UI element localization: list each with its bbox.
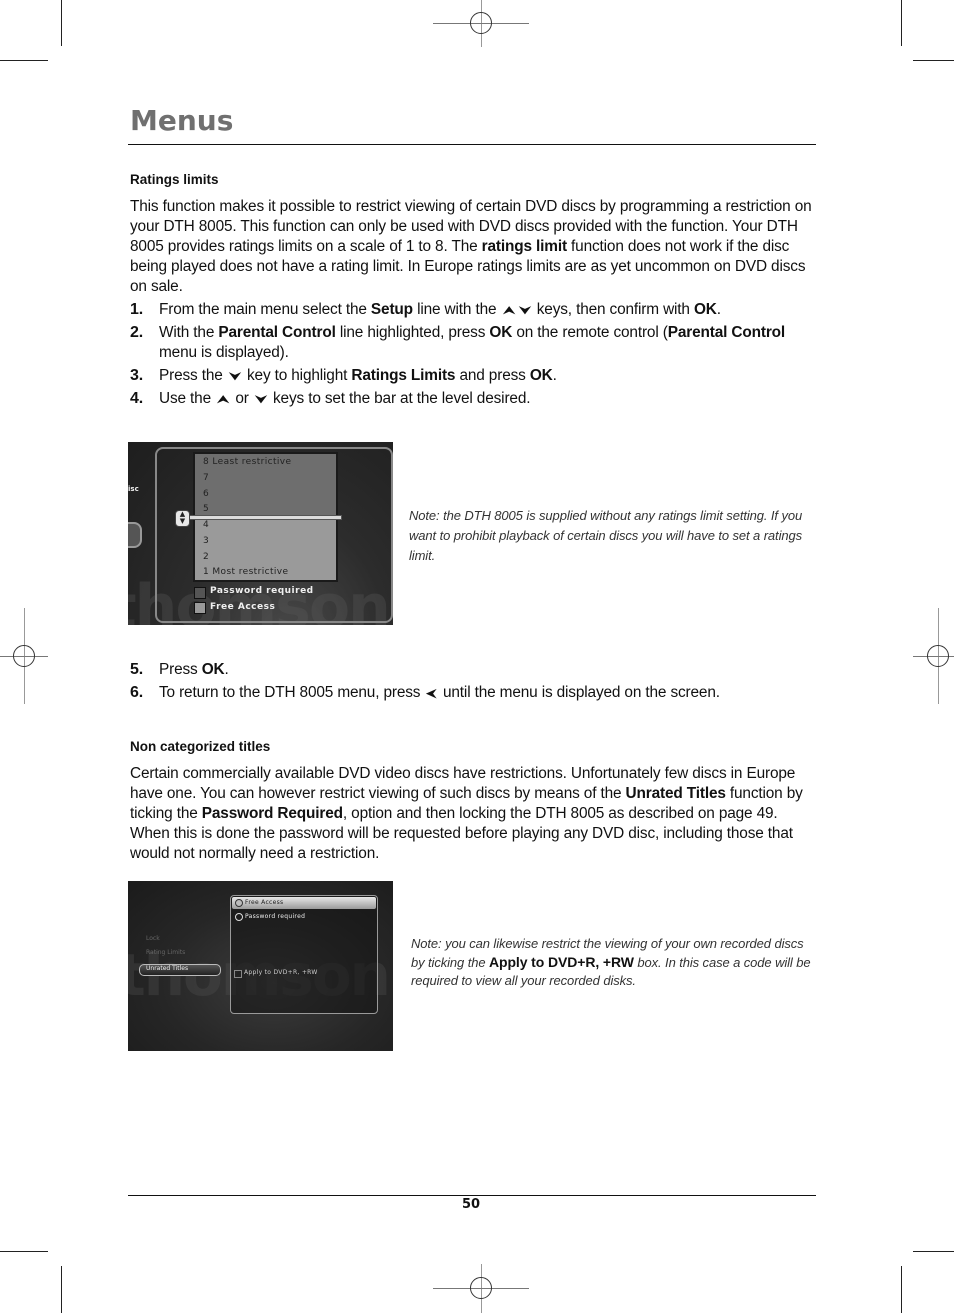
password-required-option[interactable]: Password required xyxy=(245,913,305,920)
crop-mark xyxy=(0,60,48,61)
free-access-option[interactable]: Free Access xyxy=(245,899,283,906)
step-text: From the main menu select the Setup line… xyxy=(159,301,721,318)
side-menu-label: isc xyxy=(128,485,139,493)
section-heading-non-categorized: Non categorized titles xyxy=(130,739,271,754)
step-item: 1. From the main menu select the Setup li… xyxy=(130,300,820,320)
step-number: 1. xyxy=(130,301,144,318)
step-text: With the Parental Control line highlight… xyxy=(159,324,786,361)
step-item: 5. Press OK. xyxy=(130,660,820,680)
unrated-intro-paragraph: Certain commercially available DVD video… xyxy=(130,765,803,862)
bold-term: Parental Control xyxy=(667,324,786,341)
step-text: Press the ⮟ key to highlight Ratings Lim… xyxy=(159,367,557,384)
rating-level-6[interactable]: 6 xyxy=(203,489,209,499)
crop-mark xyxy=(61,0,62,46)
bold-term: OK xyxy=(693,301,717,318)
rating-level-8[interactable]: 8 Least restrictive xyxy=(203,457,291,467)
step-number: 4. xyxy=(130,390,144,407)
bold-term: Ratings Limits xyxy=(351,367,456,384)
password-required-radio[interactable] xyxy=(235,913,243,921)
crop-mark xyxy=(901,0,902,46)
step-text: To return to the DTH 8005 menu, press ⮜ … xyxy=(159,684,720,701)
rating-level-4[interactable]: 4 xyxy=(203,520,209,530)
step-text: Use the ⮝ or ⮟ keys to set the bar at th… xyxy=(159,390,531,407)
bold-term: Unrated Titles xyxy=(625,785,726,802)
step-number: 6. xyxy=(130,684,144,701)
step-item: 3. Press the ⮟ key to highlight Ratings L… xyxy=(130,366,820,386)
free-access-label: Free Access xyxy=(210,602,276,612)
up-arrow-icon: ⮝ xyxy=(502,303,516,317)
password-required-checkbox[interactable] xyxy=(194,587,206,599)
step-number: 3. xyxy=(130,367,144,384)
bold-term: Parental Control xyxy=(218,324,336,341)
password-required-label: Password required xyxy=(210,586,314,596)
apply-dvd-rw-label: Apply to DVD+R, +RW xyxy=(244,969,318,976)
crop-mark xyxy=(61,1266,62,1313)
menu-item-lock[interactable]: Lock xyxy=(146,935,160,942)
rating-level-7[interactable]: 7 xyxy=(203,473,209,483)
crop-mark xyxy=(0,1251,48,1252)
rating-level-bar[interactable] xyxy=(188,515,342,520)
apply-dvd-rw-checkbox[interactable] xyxy=(234,970,242,978)
unrated-note: Note: you can likewise restrict the view… xyxy=(411,936,811,988)
bold-term: ratings limit xyxy=(481,238,567,255)
step-number: 5. xyxy=(130,661,144,678)
step-item: 6. To return to the DTH 8005 menu, press … xyxy=(130,683,820,703)
rating-slider-handle[interactable]: ▲ ▼ xyxy=(175,510,190,527)
left-arrow-icon: ⮜ xyxy=(426,686,438,700)
free-access-radio[interactable] xyxy=(235,899,243,907)
menu-item-rating-limits[interactable]: Rating Limits xyxy=(146,949,185,956)
down-arrow-icon: ⮟ xyxy=(518,303,532,317)
crop-mark xyxy=(913,1251,954,1252)
ratings-limits-screenshot: thomson isc 8 Least restrictive 7 6 5 4 … xyxy=(128,442,393,625)
bold-term: OK xyxy=(201,661,225,678)
rating-level-1[interactable]: 1 Most restrictive xyxy=(203,567,288,577)
page-title: Menus xyxy=(130,104,234,137)
menu-item-unrated-titles[interactable]: Unrated Titles xyxy=(146,965,188,972)
footer-divider xyxy=(128,1195,816,1196)
step-text: Press OK. xyxy=(159,661,229,678)
crop-mark xyxy=(913,60,954,61)
bold-term: Setup xyxy=(370,301,413,318)
section-heading-ratings-limits: Ratings limits xyxy=(130,172,219,187)
rating-level-3[interactable]: 3 xyxy=(203,536,209,546)
title-divider xyxy=(128,144,816,145)
side-menu-selector xyxy=(128,522,142,548)
step-item: 2. With the Parental Control line highlig… xyxy=(130,323,820,363)
bold-term: OK xyxy=(529,367,553,384)
page-number: 50 xyxy=(462,1197,481,1212)
ratings-intro-paragraph: This function makes it possible to restr… xyxy=(130,198,812,295)
up-arrow-icon: ⮝ xyxy=(216,392,230,406)
bold-term: OK xyxy=(489,324,513,341)
bold-term: Apply to DVD+R, +RW xyxy=(489,954,634,970)
step-item: 4. Use the ⮝ or ⮟ keys to set the bar at … xyxy=(130,389,820,409)
free-access-checkbox[interactable] xyxy=(194,602,206,614)
ratings-note: Note: the DTH 8005 is supplied without a… xyxy=(409,508,803,563)
crop-mark xyxy=(901,1266,902,1313)
bold-term: Password Required xyxy=(201,805,343,822)
rating-level-2[interactable]: 2 xyxy=(203,552,209,562)
down-arrow-icon: ⮟ xyxy=(228,369,242,383)
down-arrow-icon: ⮟ xyxy=(254,392,268,406)
rating-level-5[interactable]: 5 xyxy=(203,504,209,514)
step-number: 2. xyxy=(130,324,144,341)
unrated-titles-screenshot: thomson Lock Rating Limits Unrated Title… xyxy=(128,881,393,1051)
